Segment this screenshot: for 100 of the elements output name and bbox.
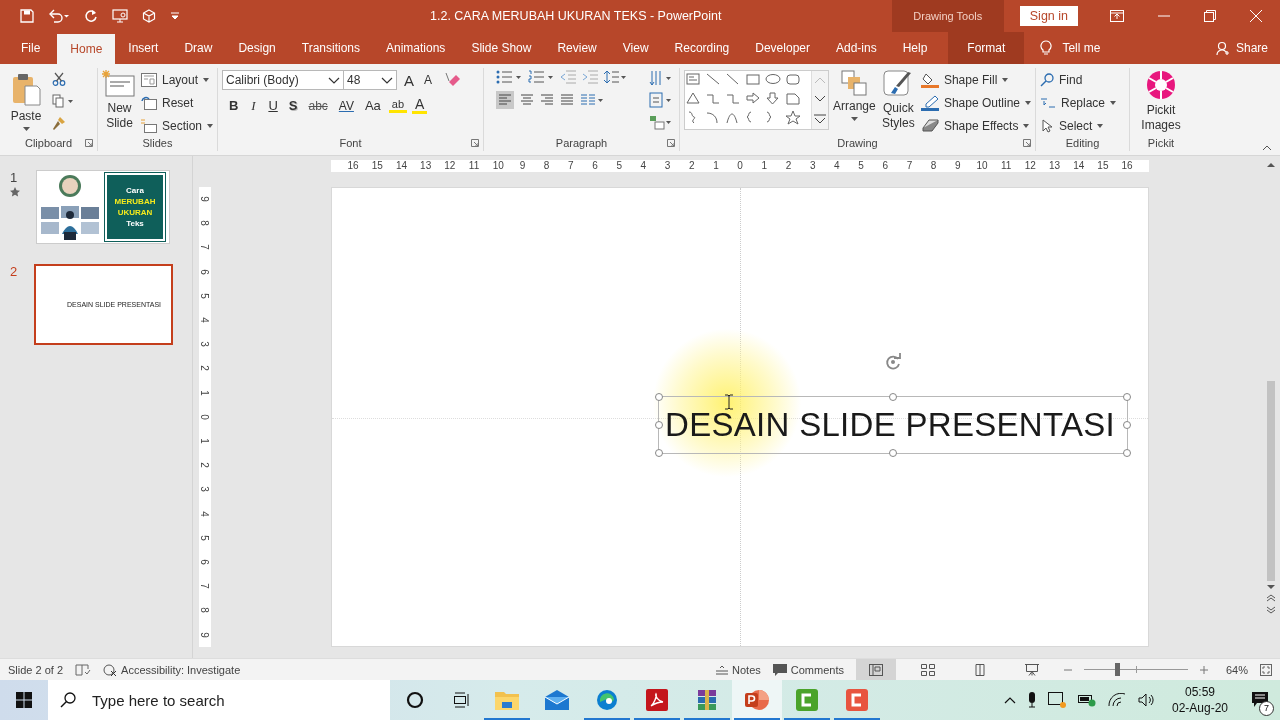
- search-box[interactable]: Type here to search: [48, 680, 390, 720]
- undo-icon[interactable]: [48, 9, 70, 23]
- scroll-down-icon[interactable]: [1267, 585, 1275, 590]
- align-right-icon[interactable]: [540, 94, 554, 106]
- resize-handle[interactable]: [889, 449, 898, 457]
- shape-format-button[interactable]: Shape Outline: [920, 93, 1031, 112]
- cube-icon[interactable]: [142, 9, 156, 23]
- resize-handle[interactable]: [1123, 393, 1132, 401]
- line-spacing-icon[interactable]: [604, 70, 626, 84]
- zoom-percentage[interactable]: 64%: [1225, 663, 1248, 676]
- restore-icon[interactable]: [1204, 10, 1216, 22]
- text-style-button[interactable]: B: [226, 98, 242, 113]
- close-icon[interactable]: [1250, 10, 1262, 22]
- bullets-icon[interactable]: [496, 70, 522, 84]
- save-icon[interactable]: [20, 9, 34, 23]
- font-size-field[interactable]: 48: [343, 70, 397, 90]
- collapse-ribbon-icon[interactable]: [1262, 145, 1272, 151]
- next-slide-icon[interactable]: [1267, 606, 1275, 614]
- notification-center-button[interactable]: 7: [1240, 680, 1280, 720]
- ribbon-tab[interactable]: Animations: [373, 32, 459, 64]
- dialog-launcher-icon[interactable]: [1023, 139, 1031, 147]
- quick-styles-button[interactable]: Quick Styles: [879, 70, 917, 131]
- zoom-in-icon[interactable]: [1199, 665, 1208, 674]
- fit-to-window-icon[interactable]: [1260, 663, 1272, 676]
- ribbon-tab[interactable]: Review: [544, 32, 610, 64]
- zoom-slider-thumb[interactable]: [1115, 663, 1121, 676]
- justify-icon[interactable]: [560, 94, 574, 106]
- resize-handle[interactable]: [1123, 421, 1132, 429]
- numbering-icon[interactable]: [528, 70, 554, 84]
- format-painter-icon[interactable]: [52, 116, 66, 130]
- resize-handle[interactable]: [1123, 449, 1132, 457]
- resize-handle[interactable]: [889, 393, 898, 401]
- ribbon-tab[interactable]: Help: [889, 32, 941, 64]
- text-style-button[interactable]: U: [265, 98, 281, 113]
- copy-icon[interactable]: [52, 94, 74, 108]
- font-size-button[interactable]: A: [421, 73, 436, 87]
- more-shapes-icon[interactable]: [814, 113, 826, 124]
- font-size-button[interactable]: A: [401, 71, 417, 89]
- new-slide-button[interactable]: New Slide: [102, 70, 137, 131]
- editing-command-button[interactable]: Replace: [1040, 93, 1117, 112]
- slide-canvas[interactable]: DESAIN SLIDE PRESENTASI: [331, 187, 1149, 647]
- wifi-icon[interactable]: [1107, 693, 1126, 707]
- microphone-icon[interactable]: [1027, 692, 1036, 708]
- font-color-button[interactable]: A: [412, 97, 428, 114]
- ribbon-tab[interactable]: Developer: [742, 32, 823, 64]
- align-center-icon[interactable]: [520, 94, 534, 106]
- redo-icon[interactable]: [84, 9, 98, 23]
- ribbon-tab[interactable]: Design: [225, 32, 289, 64]
- text-style-button[interactable]: S: [285, 98, 301, 113]
- text-style-button[interactable]: abc: [305, 98, 331, 113]
- view-button[interactable]: [855, 659, 896, 680]
- resize-handle[interactable]: [655, 449, 663, 457]
- ribbon-tab[interactable]: Recording: [661, 32, 743, 64]
- scissors-icon[interactable]: [52, 72, 66, 86]
- notes-button[interactable]: Notes: [716, 663, 761, 676]
- accessibility-button[interactable]: Accessibility: Investigate: [103, 663, 241, 676]
- editing-command-button[interactable]: Find: [1040, 70, 1117, 89]
- columns-icon[interactable]: [580, 94, 604, 106]
- text-style-button[interactable]: AV: [335, 98, 357, 113]
- customize-caret-icon[interactable]: [170, 12, 180, 20]
- ribbon-tab[interactable]: Slide Show: [458, 32, 545, 64]
- ribbon-display-icon[interactable]: [1110, 10, 1124, 22]
- ribbon-tab[interactable]: Home: [57, 34, 116, 64]
- share-button[interactable]: Share: [1215, 32, 1280, 64]
- ribbon-tab[interactable]: File: [0, 32, 58, 64]
- presentation-icon[interactable]: [112, 9, 128, 23]
- slide-command-button[interactable]: Reset: [140, 93, 213, 112]
- highlight-button[interactable]: ab: [388, 98, 408, 113]
- ribbon-tab[interactable]: Insert: [115, 32, 172, 64]
- ribbon-tab[interactable]: Draw: [171, 32, 226, 64]
- clock-date[interactable]: 02-Aug-20: [1171, 700, 1228, 716]
- scrollbar-thumb[interactable]: [1267, 381, 1275, 581]
- resize-handle[interactable]: [655, 393, 663, 401]
- battery-badge-icon[interactable]: [1077, 693, 1096, 707]
- taskbar-search-field[interactable]: Type here to search: [90, 690, 374, 710]
- slide-thumbnail[interactable]: Cara MERUBAH UKURAN Teks: [36, 170, 170, 244]
- previous-slide-icon[interactable]: [1267, 594, 1275, 602]
- dialog-launcher-icon[interactable]: [85, 139, 93, 147]
- tell-me-search[interactable]: Tell me: [1040, 32, 1101, 64]
- task-view-icon[interactable]: [452, 692, 470, 708]
- editing-command-button[interactable]: Select: [1040, 116, 1117, 135]
- comments-button[interactable]: Comments: [772, 663, 844, 676]
- text-box[interactable]: DESAIN SLIDE PRESENTASI: [659, 397, 1128, 453]
- rotate-handle-icon[interactable]: [884, 353, 903, 371]
- scroll-up-icon[interactable]: [1267, 162, 1275, 167]
- pickit-images-button[interactable]: Pickit Images: [1134, 70, 1188, 133]
- slide-command-button[interactable]: Section: [140, 116, 213, 135]
- text-style-button[interactable]: Aa: [361, 98, 384, 113]
- shape-format-button[interactable]: Shape Effects: [920, 116, 1031, 135]
- speaker-icon[interactable]: [1137, 693, 1154, 707]
- monitor-badge-icon[interactable]: [1047, 692, 1066, 708]
- spelling-icon[interactable]: [75, 663, 92, 676]
- shape-format-button[interactable]: Shape Fill: [920, 70, 1031, 89]
- resize-handle[interactable]: [655, 421, 663, 429]
- arrange-button[interactable]: Arrange: [833, 70, 876, 121]
- paste-button[interactable]: Paste: [4, 70, 48, 131]
- slide-command-button[interactable]: Layout: [140, 70, 213, 89]
- ribbon-tab[interactable]: Transitions: [288, 32, 373, 64]
- scroll-down-icon[interactable]: [814, 95, 826, 103]
- eraser-icon[interactable]: [445, 72, 462, 88]
